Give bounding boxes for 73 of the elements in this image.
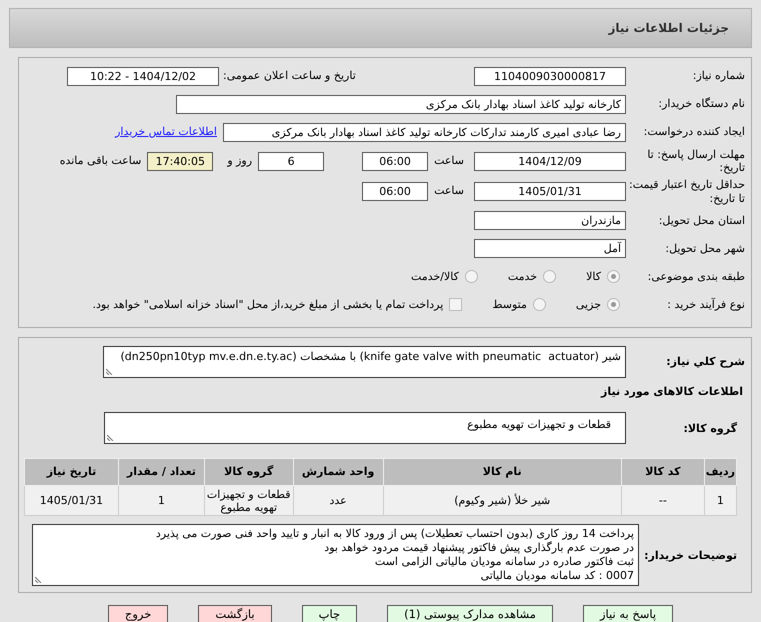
- table-cell: 1405/01/31: [24, 486, 118, 516]
- text-field[interactable]: آمل: [474, 239, 626, 258]
- field-label: مهلت ارسال پاسخ: تا تاریخ:: [646, 148, 746, 174]
- column-header: تاریخ نیاز: [24, 458, 118, 486]
- time-label: ساعت: [434, 152, 464, 169]
- date-field[interactable]: 1405/01/31: [474, 182, 626, 202]
- days-field[interactable]: 6: [258, 152, 324, 171]
- column-header: کد کالا: [621, 458, 704, 486]
- field-label: نام دستگاه خریدار:: [657, 97, 746, 111]
- radio-button[interactable]: [464, 270, 478, 284]
- field-label: شرح کلي نياز:: [665, 355, 746, 368]
- resize-grip-icon[interactable]: [106, 368, 113, 375]
- date-time-field[interactable]: 1404/12/02 - 10:22: [67, 66, 219, 86]
- days-label: روز و: [227, 152, 252, 169]
- field-label: شماره نیاز:: [692, 69, 746, 83]
- remaining-time-field: 17:40:05: [147, 152, 214, 171]
- option-label: خدمت: [508, 268, 538, 284]
- action-button[interactable]: مشاهده مدارک پیوستی (1): [387, 605, 553, 622]
- note-line: پرداخت 14 روز کاری (بدون احتساب تعطیلات) پس از ورود کالا به انبار و تایید واحد فنی صورت می پذیرد: [154, 527, 634, 541]
- need-number-field[interactable]: 1104009030000817: [474, 66, 626, 86]
- radio-button[interactable]: [532, 298, 546, 312]
- resize-grip-icon[interactable]: [35, 576, 42, 584]
- field-label: گروه کالا:: [682, 422, 738, 435]
- goods-group-field[interactable]: قطعات و تجهیزات تهویه مطبوع: [104, 412, 626, 444]
- option-label: کالا/خدمت: [411, 268, 459, 284]
- table-cell: --: [621, 486, 704, 516]
- radio-button[interactable]: [607, 298, 620, 312]
- table-cell: عدد: [293, 486, 384, 516]
- field-label: حداقل تاریخ اعتبار قیمت: تا تاریخ:: [628, 178, 746, 205]
- section-heading: اطلاعات کالاهای مورد نیاز: [600, 384, 744, 400]
- field-label: شهر محل تحویل:: [664, 242, 746, 256]
- resize-grip-icon[interactable]: [107, 434, 114, 442]
- note-line: 0007 : کد سامانه مودیان مالیاتی: [480, 569, 634, 584]
- text-field[interactable]: کارخانه تولید کاغذ اسناد بهادار بانک مرکزی: [176, 94, 626, 114]
- text-field[interactable]: رضا عبادی امیری کارمند تدارکات کارخانه تولید کاغذ اسناد بهادار بانک مرکزی: [223, 122, 626, 142]
- option-label: کالا: [586, 268, 601, 284]
- column-header: واحد شمارش: [293, 458, 384, 486]
- note-line: در صورت عدم بارگذاری پیش فاکتور پیشنهاد قیمت مردود خواهد بود: [323, 541, 634, 556]
- table-cell: شیر خلأ (شیر وکیوم): [383, 486, 622, 516]
- field-label: استان محل تحویل:: [658, 214, 746, 228]
- time-field[interactable]: 06:00: [362, 152, 428, 171]
- radio-button[interactable]: [607, 270, 620, 284]
- text-field[interactable]: مازندران: [474, 211, 626, 230]
- contact-link[interactable]: اطلاعات تماس خریدار: [115, 124, 217, 140]
- column-header: تعداد / مقدار: [118, 458, 204, 486]
- option-label: جزیی: [576, 296, 601, 313]
- action-button[interactable]: چاپ: [302, 605, 358, 622]
- column-header: ردیف: [704, 458, 736, 486]
- radio-button[interactable]: [543, 270, 556, 284]
- action-button[interactable]: پاسخ به نیاز: [582, 605, 674, 622]
- buyer-notes-field[interactable]: [32, 524, 639, 586]
- option-label: متوسط: [492, 296, 527, 313]
- page-title: جزئیات اطلاعات نیاز: [9, 8, 752, 48]
- field-label: تاریخ و ساعت اعلان عمومی:: [222, 68, 356, 84]
- checkbox[interactable]: [449, 298, 462, 312]
- checkbox-label: پرداخت تمام یا بخشی از مبلغ خرید،از محل "اسناد خزانه اسلامی" خواهد بود.: [92, 296, 444, 313]
- action-button[interactable]: خروج: [108, 605, 168, 622]
- field-label: توضیحات خریدار:: [643, 548, 738, 562]
- action-button[interactable]: بازگشت: [198, 605, 272, 622]
- remaining-label: ساعت باقی مانده: [60, 152, 142, 169]
- date-field[interactable]: 1404/12/09: [474, 152, 626, 171]
- field-label: ایجاد کننده درخواست:: [642, 125, 746, 139]
- field-label: نوع فرآیند خرید :: [666, 298, 746, 312]
- note-line: ثبت فاکتور صادره در سامانه مودیان مالیاتی الزامی است: [374, 555, 634, 570]
- table-cell: 1: [704, 486, 736, 516]
- column-header: نام کالا: [383, 458, 622, 486]
- time-field[interactable]: 06:00: [362, 182, 428, 202]
- table-cell: قطعات و تجهیزات تهویه مطبوع: [204, 486, 294, 516]
- time-label: ساعت: [434, 183, 464, 200]
- column-header: گروه کالا: [204, 458, 294, 486]
- description-field[interactable]: شیر (knife gate valve with pneumatic actuator) با مشخصات (dn250pn10typ mv.e.dn.e.ty.ac): [103, 346, 626, 378]
- table-cell: 1: [118, 486, 204, 516]
- field-label: طبقه بندی موضوعی:: [646, 270, 746, 284]
